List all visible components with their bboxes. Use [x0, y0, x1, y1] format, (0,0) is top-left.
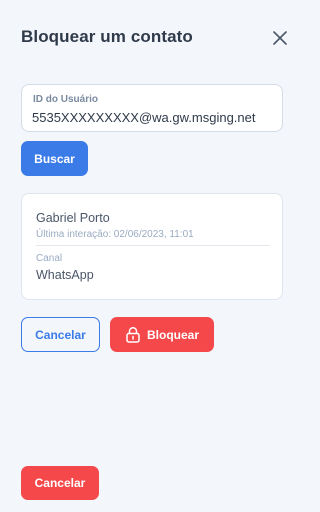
block-button-label: Bloquear — [146, 327, 199, 342]
last-interaction: Última interação: 02/06/2023, 11:01 — [36, 229, 194, 240]
user-id-input[interactable] — [32, 108, 277, 126]
footer-cancel-button[interactable]: Cancelar — [21, 466, 99, 500]
search-button[interactable]: Buscar — [21, 141, 88, 176]
channel-value: WhatsApp — [36, 268, 94, 282]
user-id-field[interactable]: ID do Usuário — [21, 84, 283, 132]
cancel-button[interactable]: Cancelar — [21, 317, 100, 352]
card-divider — [36, 245, 270, 246]
contact-name: Gabriel Porto — [36, 211, 110, 225]
channel-label: Canal — [36, 253, 63, 264]
close-icon[interactable] — [270, 28, 290, 48]
lock-icon — [125, 326, 141, 343]
contact-card: Gabriel Porto Última interação: 02/06/20… — [21, 193, 283, 300]
page-title: Bloquear um contato — [21, 27, 193, 46]
block-button[interactable]: Bloquear — [110, 317, 214, 352]
modal-header: Bloquear um contato — [0, 0, 315, 76]
user-id-label: ID do Usuário — [33, 94, 99, 105]
